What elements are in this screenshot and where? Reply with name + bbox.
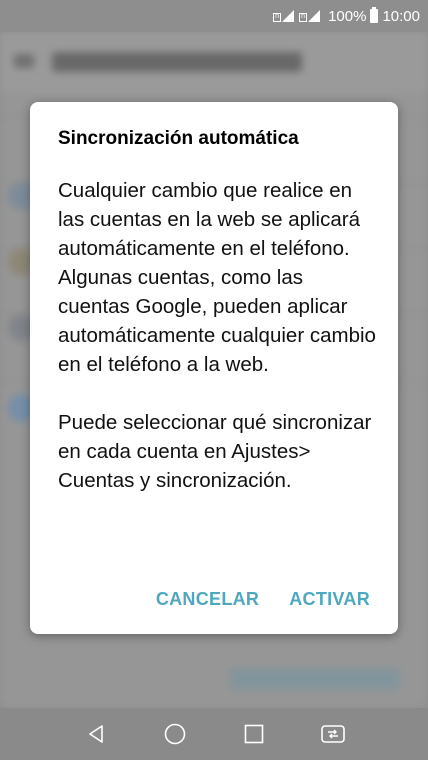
dialog-title: Sincronización automática — [58, 128, 299, 149]
cancel-button[interactable]: CANCELAR — [156, 589, 259, 610]
status-bar: n n 100% 10:00 — [0, 0, 428, 32]
battery-icon — [370, 7, 379, 23]
status-time: 10:00 — [382, 7, 420, 25]
dialog-body-paragraph: Cualquier cambio que realice en las cuen… — [58, 179, 376, 376]
recents-icon[interactable] — [237, 717, 271, 751]
sim1-label: n — [273, 13, 282, 22]
dual-window-icon[interactable] — [316, 717, 350, 751]
auto-sync-dialog: Sincronización automática Cualquier camb… — [30, 102, 398, 634]
sim2-label: n — [299, 13, 308, 22]
activate-button[interactable]: ACTIVAR — [289, 589, 370, 610]
dialog-body: Cualquier cambio que realice en las cuen… — [58, 176, 378, 495]
sim1-signal-icon: n — [273, 10, 297, 22]
dialog-actions: CANCELAR ACTIVAR — [156, 589, 370, 610]
back-icon[interactable] — [79, 717, 113, 751]
home-icon[interactable] — [158, 717, 192, 751]
dialog-body-paragraph: Puede seleccionar qué sincronizar en cad… — [58, 411, 372, 492]
navigation-bar — [0, 708, 428, 760]
battery-percentage: 100% — [328, 7, 367, 25]
sim2-signal-icon: n — [299, 10, 323, 22]
